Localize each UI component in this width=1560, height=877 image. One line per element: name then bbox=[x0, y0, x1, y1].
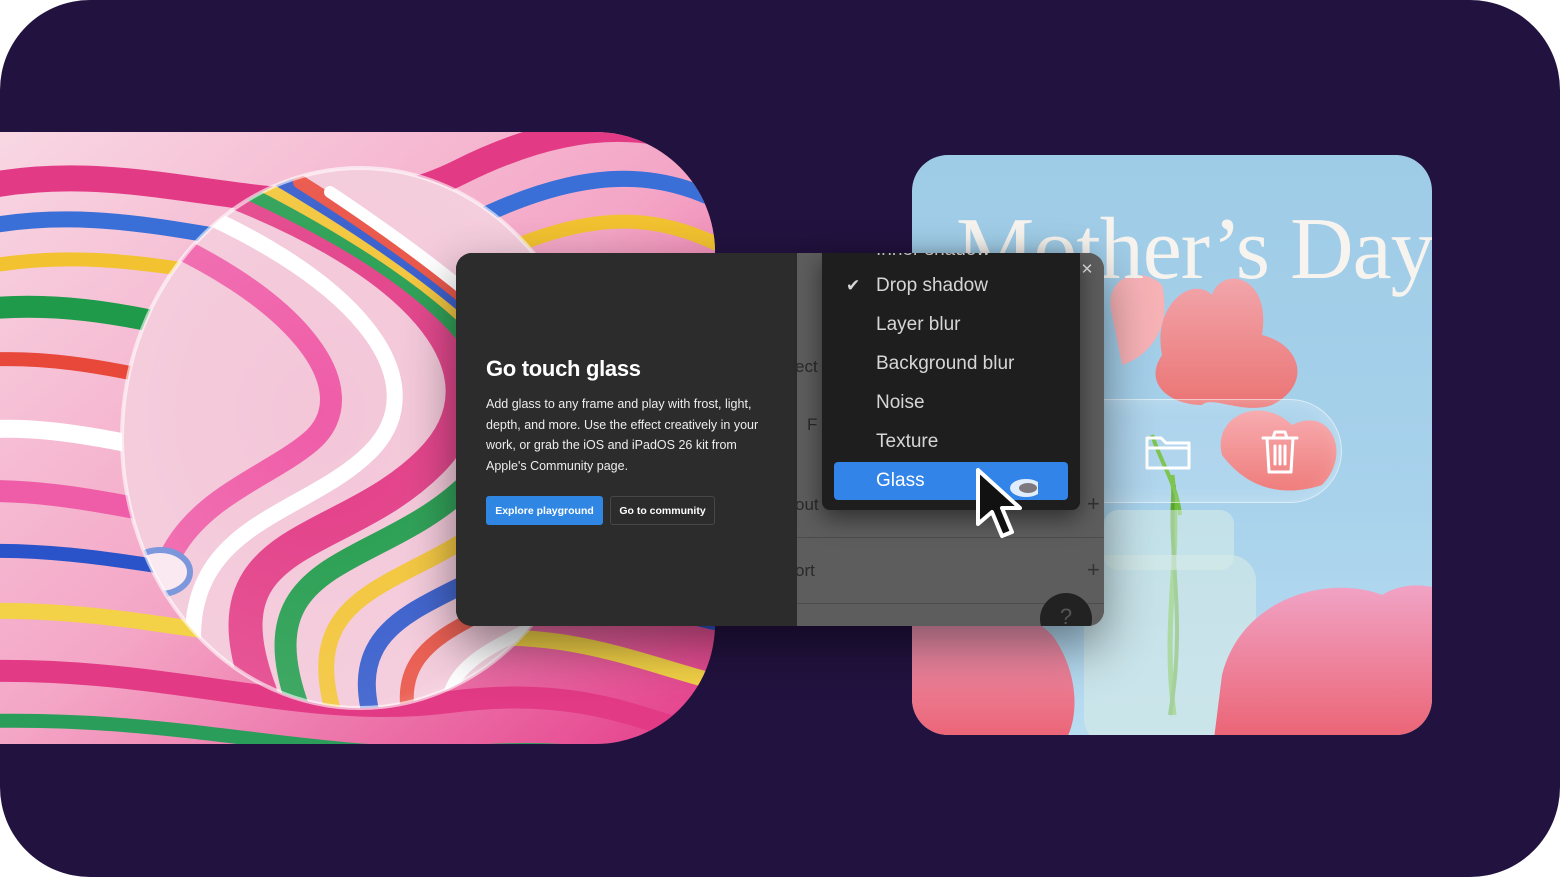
menu-item-label: Background blur bbox=[876, 353, 1015, 374]
effects-dropdown-menu: Inner shadow ✔ Drop shadow Layer blur Ba… bbox=[822, 253, 1080, 510]
check-icon: ✔ bbox=[846, 276, 861, 295]
trash-icon[interactable] bbox=[1253, 424, 1307, 478]
panel-divider bbox=[797, 537, 1104, 538]
menu-item-inner-shadow[interactable]: Inner shadow bbox=[876, 253, 990, 261]
dialog-title: Go touch glass bbox=[486, 356, 641, 381]
menu-item-drop-shadow[interactable]: ✔ Drop shadow bbox=[822, 268, 1080, 304]
panel-row-fragment: F bbox=[807, 415, 818, 434]
mouse-pointer-icon bbox=[976, 468, 1038, 538]
help-icon[interactable]: ? bbox=[1040, 593, 1092, 626]
add-icon[interactable]: + bbox=[1087, 491, 1100, 517]
add-icon[interactable]: + bbox=[1087, 557, 1100, 583]
menu-item-label: Layer blur bbox=[876, 314, 961, 335]
dialog-body: Add glass to any frame and play with fro… bbox=[486, 397, 759, 473]
promo-stage: Mother’s Day Go touch glass Add glass to… bbox=[0, 0, 1560, 877]
menu-item-background-blur[interactable]: Background blur bbox=[822, 346, 1080, 382]
panel-row-fragment: out bbox=[797, 495, 819, 514]
menu-item-label: Glass bbox=[876, 470, 925, 491]
dialog-content: Go touch glass Add glass to any frame an… bbox=[456, 253, 797, 626]
panel-row-fragment: ect bbox=[797, 357, 818, 376]
menu-item-noise[interactable]: Noise bbox=[822, 385, 1080, 421]
menu-item-texture[interactable]: Texture bbox=[822, 424, 1080, 460]
menu-item-label: Drop shadow bbox=[876, 275, 988, 296]
panel-row-fragment: ort bbox=[797, 561, 815, 580]
explore-playground-button[interactable]: Explore playground bbox=[486, 496, 603, 525]
menu-item-label: Noise bbox=[876, 392, 925, 413]
go-to-community-button[interactable]: Go to community bbox=[610, 496, 715, 525]
menu-item-label: Texture bbox=[876, 431, 939, 452]
menu-item-layer-blur[interactable]: Layer blur bbox=[822, 307, 1080, 343]
folder-icon[interactable] bbox=[1141, 424, 1195, 478]
close-icon[interactable]: ✕ bbox=[1079, 262, 1095, 278]
